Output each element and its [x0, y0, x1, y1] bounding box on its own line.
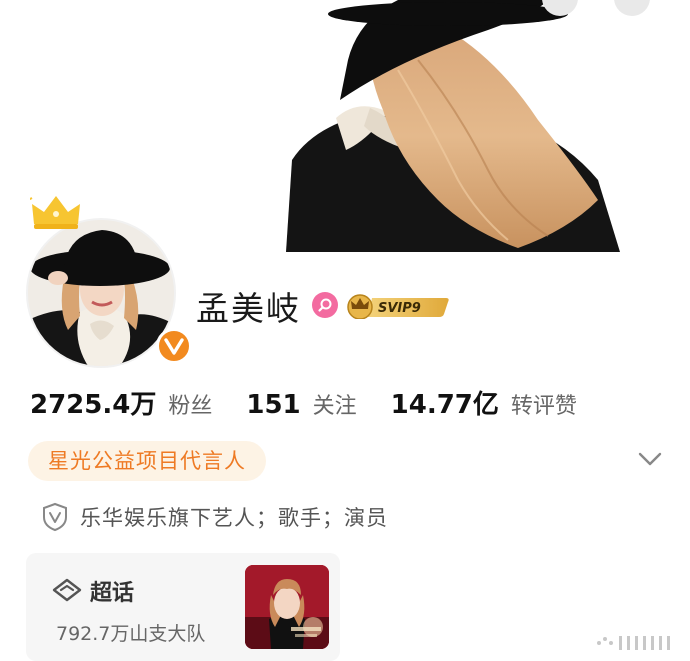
- watermark-mark: [597, 636, 670, 650]
- followers-label[interactable]: 粉丝: [168, 388, 212, 420]
- avatar-container[interactable]: [26, 196, 192, 368]
- profile-name: 孟美岐: [196, 289, 301, 328]
- following-label[interactable]: 关注: [313, 388, 357, 420]
- search-icon[interactable]: [312, 292, 338, 318]
- chevron-down-icon[interactable]: [636, 450, 664, 468]
- supertopic-diamond-icon: [52, 578, 82, 602]
- organization-line: 乐华娱乐旗下艺人；歌手；演员: [80, 506, 388, 530]
- vip-level-label: SVIP9: [378, 301, 421, 316]
- supertopic-thumbnail[interactable]: [245, 565, 329, 649]
- followers-count[interactable]: 2725.4万: [30, 384, 156, 421]
- avatar[interactable]: [26, 218, 176, 368]
- crown-icon: [30, 196, 80, 229]
- supertopic-card[interactable]: 超话 792.7万山支大队: [26, 553, 340, 661]
- verified-v-icon: [156, 328, 192, 364]
- likes-label: 转评赞: [510, 394, 577, 419]
- honor-tag[interactable]: 星光公益项目代言人: [28, 441, 266, 481]
- cover-photo[interactable]: [248, 0, 620, 252]
- svip-badge-icon[interactable]: SVIP9: [346, 293, 450, 319]
- likes-count: 14.77亿: [390, 390, 499, 420]
- following-count[interactable]: 151: [246, 390, 300, 420]
- shield-v-icon: [43, 502, 67, 532]
- supertopic-title: 超话: [90, 581, 135, 606]
- stats-row: 2725.4万 粉丝 151 关注 14.77亿 转评赞: [30, 384, 577, 421]
- supertopic-subtitle: 792.7万山支大队: [56, 623, 206, 645]
